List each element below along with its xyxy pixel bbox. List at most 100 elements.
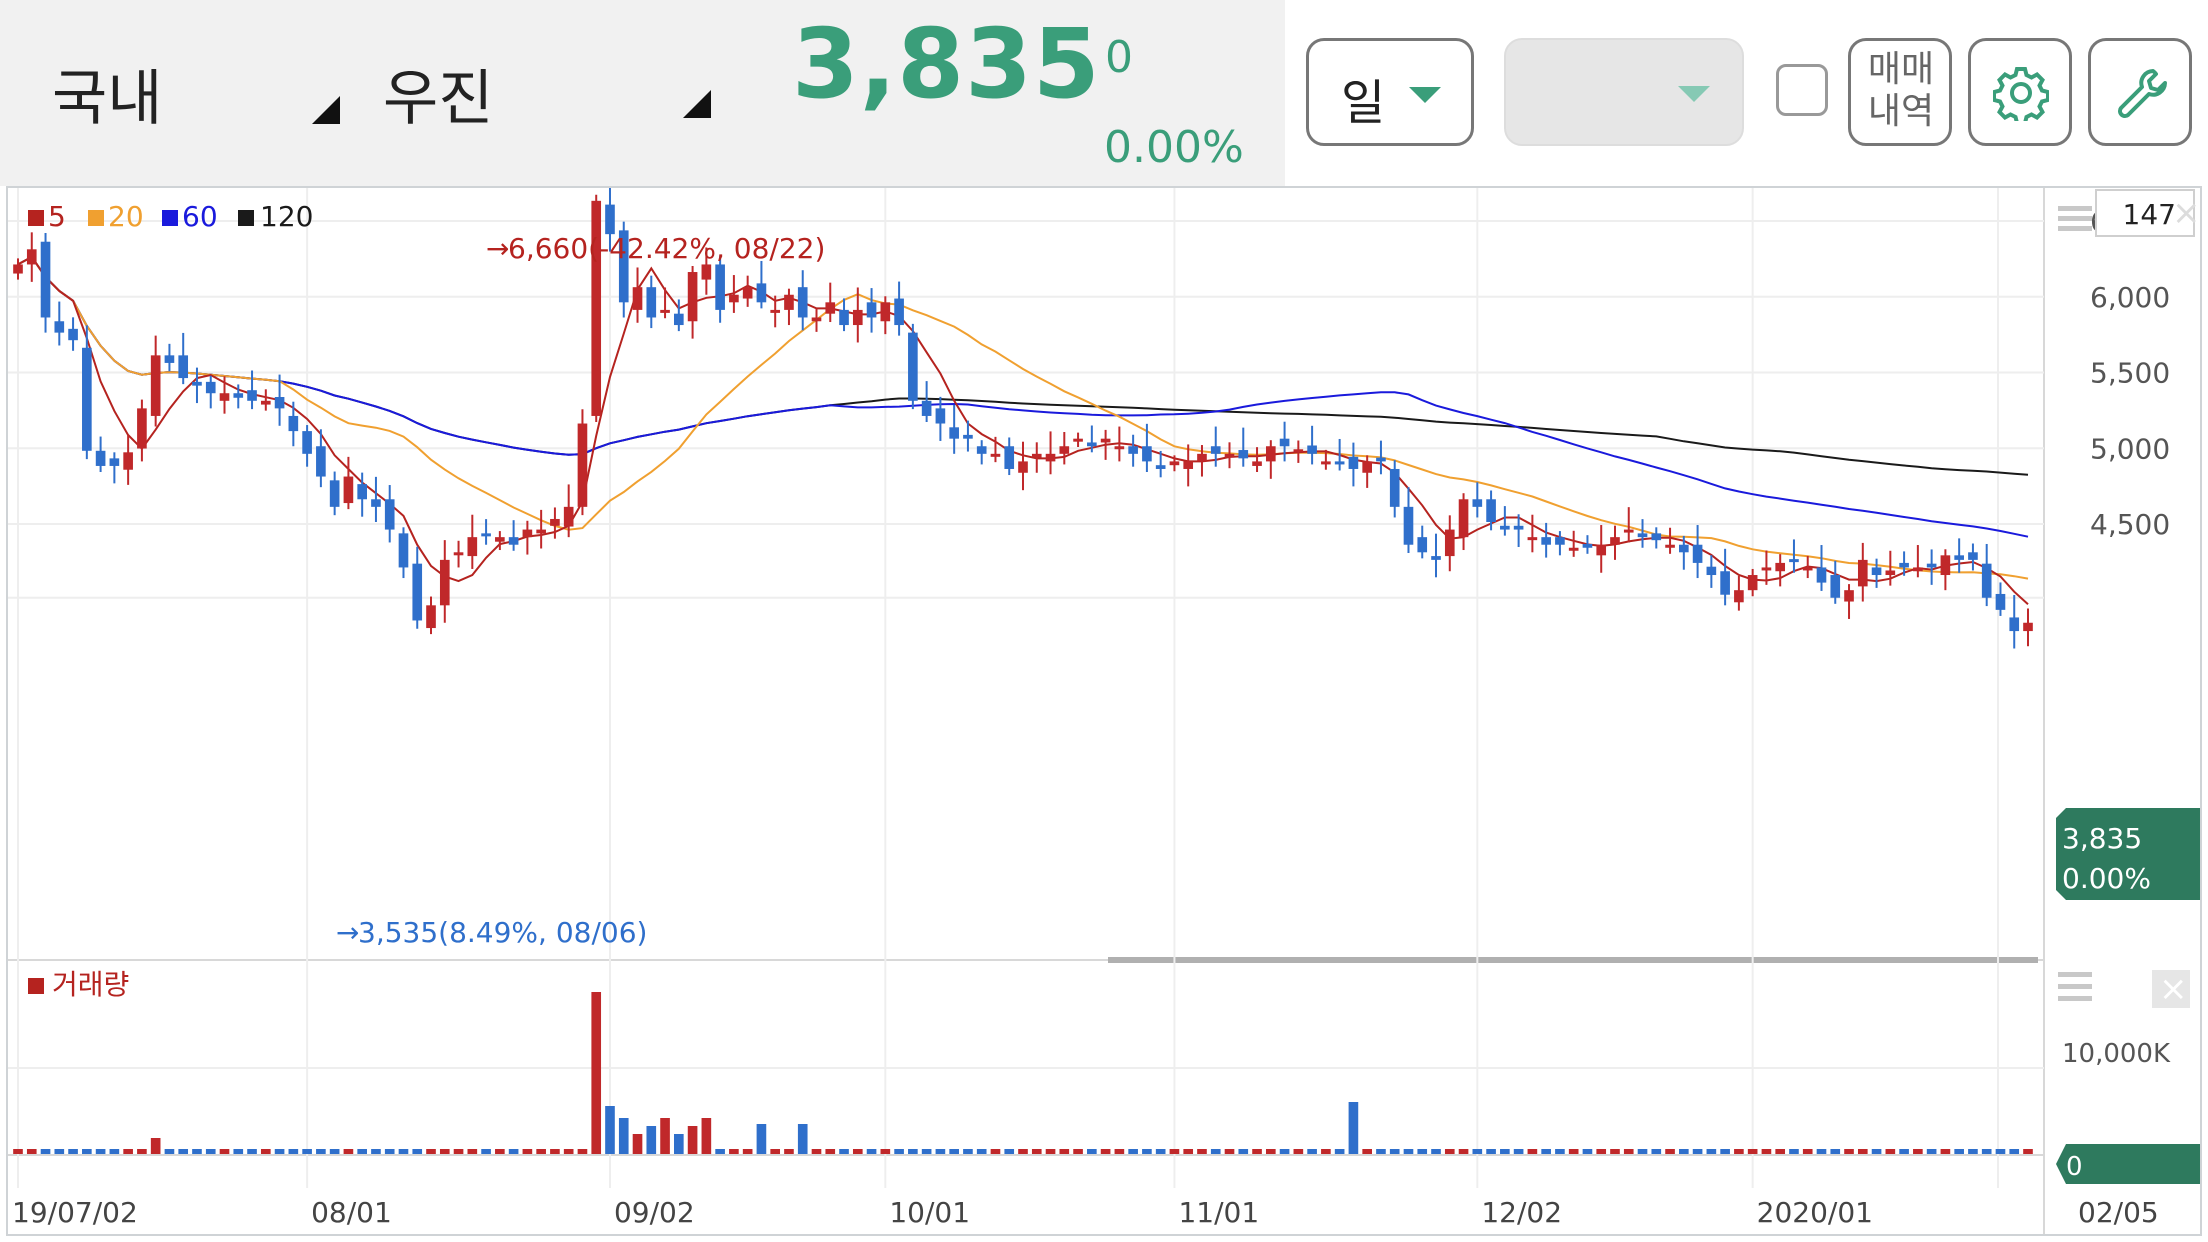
volume-bar bbox=[467, 1149, 478, 1154]
volume-bar bbox=[1073, 1149, 1083, 1154]
candle bbox=[384, 485, 395, 543]
candle bbox=[1307, 425, 1317, 465]
volume-bar bbox=[1458, 1149, 1469, 1154]
volume-bar bbox=[1293, 1149, 1304, 1154]
candle bbox=[26, 232, 37, 282]
candle bbox=[1142, 423, 1152, 473]
hamburger-icon[interactable] bbox=[2058, 972, 2092, 1001]
compare-checkbox[interactable] bbox=[1776, 64, 1828, 116]
volume-bar bbox=[1582, 1149, 1593, 1154]
legend-ma5: 5 bbox=[48, 200, 66, 233]
chart-panel[interactable]: 6,5006,0005,5005,0004,500 19/07/0208/010… bbox=[6, 186, 2202, 1236]
candle bbox=[1596, 525, 1607, 573]
candle bbox=[1265, 440, 1276, 479]
candle bbox=[371, 476, 381, 522]
x-tick-label: 19/07/02 bbox=[12, 1196, 138, 1229]
volume-bar bbox=[1362, 1149, 1372, 1154]
candle bbox=[894, 281, 904, 336]
candle bbox=[178, 332, 189, 385]
volume-bar bbox=[1651, 1149, 1662, 1154]
volume-bar bbox=[150, 1138, 161, 1154]
volume-bar bbox=[715, 1149, 725, 1154]
x-tick-label: 12/02 bbox=[1481, 1196, 1562, 1229]
candle bbox=[68, 317, 78, 351]
candle bbox=[825, 282, 836, 323]
x-tick-label: 09/02 bbox=[614, 1196, 695, 1229]
volume-bar bbox=[357, 1149, 367, 1154]
volume-bar bbox=[316, 1149, 326, 1154]
candle bbox=[1844, 584, 1854, 619]
volume-bar bbox=[302, 1149, 312, 1154]
x-tick-label: 2020/01 bbox=[1757, 1196, 1873, 1229]
candle bbox=[2023, 608, 2033, 647]
candle bbox=[137, 399, 147, 462]
stock-name-label[interactable]: 우진 bbox=[383, 50, 493, 137]
candle bbox=[1128, 434, 1138, 467]
svg-text:→: → bbox=[486, 232, 509, 265]
candle bbox=[288, 401, 299, 447]
visible-count: 147 bbox=[2123, 198, 2176, 231]
volume-bar bbox=[1857, 1149, 1868, 1154]
volume-bar bbox=[522, 1149, 533, 1154]
settings-button[interactable] bbox=[1968, 38, 2072, 146]
candle bbox=[1734, 575, 1744, 611]
wrench-icon bbox=[2118, 69, 2167, 118]
volume-bar bbox=[398, 1149, 409, 1154]
visible-count-box[interactable]: 147 × bbox=[2095, 189, 2200, 237]
volume-bar bbox=[26, 1149, 37, 1154]
legend-ma120: 120 bbox=[260, 200, 313, 233]
candle bbox=[329, 471, 340, 516]
volume-bar bbox=[260, 1149, 271, 1154]
volume-bar bbox=[1665, 1149, 1675, 1154]
current-price: 3,835 bbox=[792, 8, 1101, 120]
volume-bar bbox=[921, 1149, 932, 1154]
volume-bar bbox=[219, 1149, 230, 1154]
period-select[interactable]: 일 bbox=[1306, 38, 1474, 146]
y-tick-label: 5,500 bbox=[2090, 357, 2170, 390]
candle bbox=[1706, 555, 1717, 588]
candle bbox=[95, 436, 106, 473]
volume-bar bbox=[894, 1149, 904, 1154]
volume-bar bbox=[1004, 1149, 1015, 1154]
trade-history-button[interactable]: 매매 내역 bbox=[1848, 38, 1952, 146]
legend-swatch-ma120 bbox=[238, 210, 254, 226]
market-select-label[interactable]: 국내 bbox=[52, 50, 162, 137]
volume-bar bbox=[109, 1149, 120, 1154]
current-price-tag: 3,835 0.00% bbox=[2056, 808, 2200, 900]
volume-bar bbox=[1637, 1149, 1648, 1154]
volume-bar bbox=[963, 1149, 973, 1154]
candle bbox=[1472, 482, 1483, 518]
candle bbox=[908, 323, 918, 410]
candle bbox=[1747, 568, 1758, 597]
stock-dropdown-icon[interactable] bbox=[683, 90, 711, 118]
y-tick-label: 6,000 bbox=[2090, 281, 2170, 314]
indicator-select[interactable] bbox=[1504, 38, 1744, 146]
chart-legend: 5 20 60 120 bbox=[28, 200, 313, 233]
volume-bar bbox=[1913, 1149, 1923, 1154]
candle bbox=[784, 288, 794, 326]
candle bbox=[1651, 527, 1662, 549]
tools-button[interactable] bbox=[2088, 38, 2192, 146]
hamburger-icon[interactable] bbox=[2058, 206, 2092, 231]
volume-bar bbox=[687, 1126, 698, 1154]
low-annotation-text: 3,535(8.49%, 08/06) bbox=[358, 916, 647, 949]
volume-bar bbox=[1389, 1149, 1400, 1154]
svg-text:×: × bbox=[2159, 969, 2188, 1009]
volume-bar bbox=[1169, 1149, 1180, 1154]
candle bbox=[1775, 554, 1786, 587]
volume-y-tick: 10,000K bbox=[2062, 1039, 2171, 1069]
low-annotation: → 3,535(8.49%, 08/06) bbox=[336, 916, 647, 949]
volume-bar bbox=[1210, 1149, 1221, 1154]
price-chart-svg[interactable]: 6,5006,0005,5005,0004,500 19/07/0208/010… bbox=[8, 188, 2200, 1234]
volume-bar bbox=[1527, 1149, 1538, 1154]
candle bbox=[756, 260, 767, 309]
close-icon[interactable]: × bbox=[2152, 969, 2190, 1009]
volume-bar bbox=[880, 1149, 891, 1154]
volume-bar bbox=[54, 1149, 65, 1154]
market-dropdown-icon[interactable] bbox=[312, 96, 340, 124]
volume-bar bbox=[329, 1149, 340, 1154]
moving-average-lines bbox=[17, 255, 2029, 606]
volume-bar bbox=[1871, 1149, 1882, 1154]
volume-bar bbox=[1899, 1149, 1909, 1154]
volume-bar bbox=[701, 1118, 712, 1154]
